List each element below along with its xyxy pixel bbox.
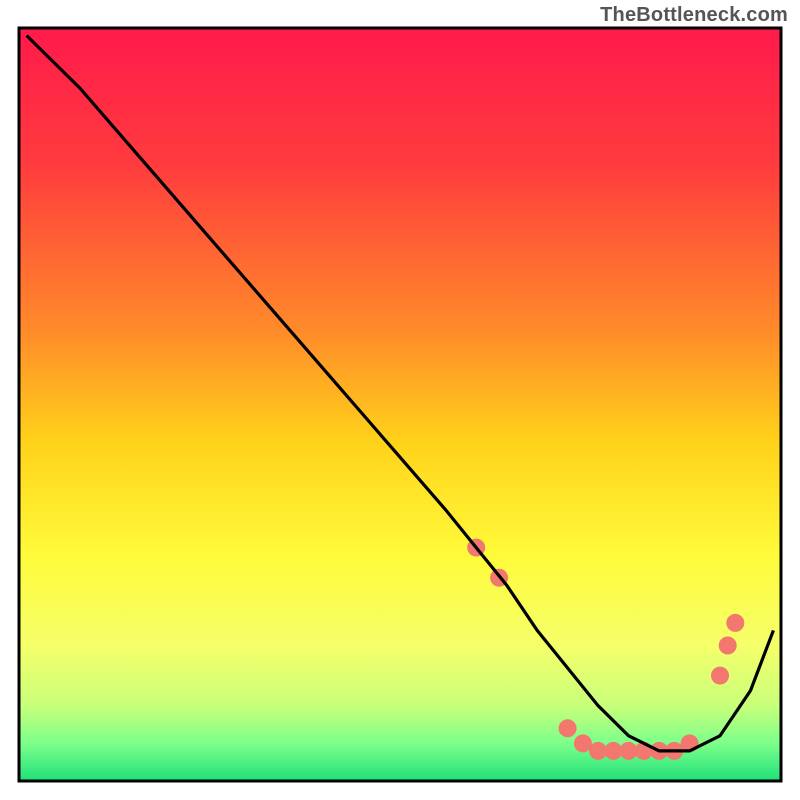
bottleneck-chart: TheBottleneck.com xyxy=(0,0,800,800)
heatmap-background xyxy=(19,28,781,781)
marker-point xyxy=(719,637,737,655)
marker-point xyxy=(726,614,744,632)
chart-svg xyxy=(0,0,800,800)
marker-point xyxy=(559,719,577,737)
watermark-text: TheBottleneck.com xyxy=(600,4,788,27)
marker-point xyxy=(589,742,607,760)
marker-point xyxy=(711,667,729,685)
